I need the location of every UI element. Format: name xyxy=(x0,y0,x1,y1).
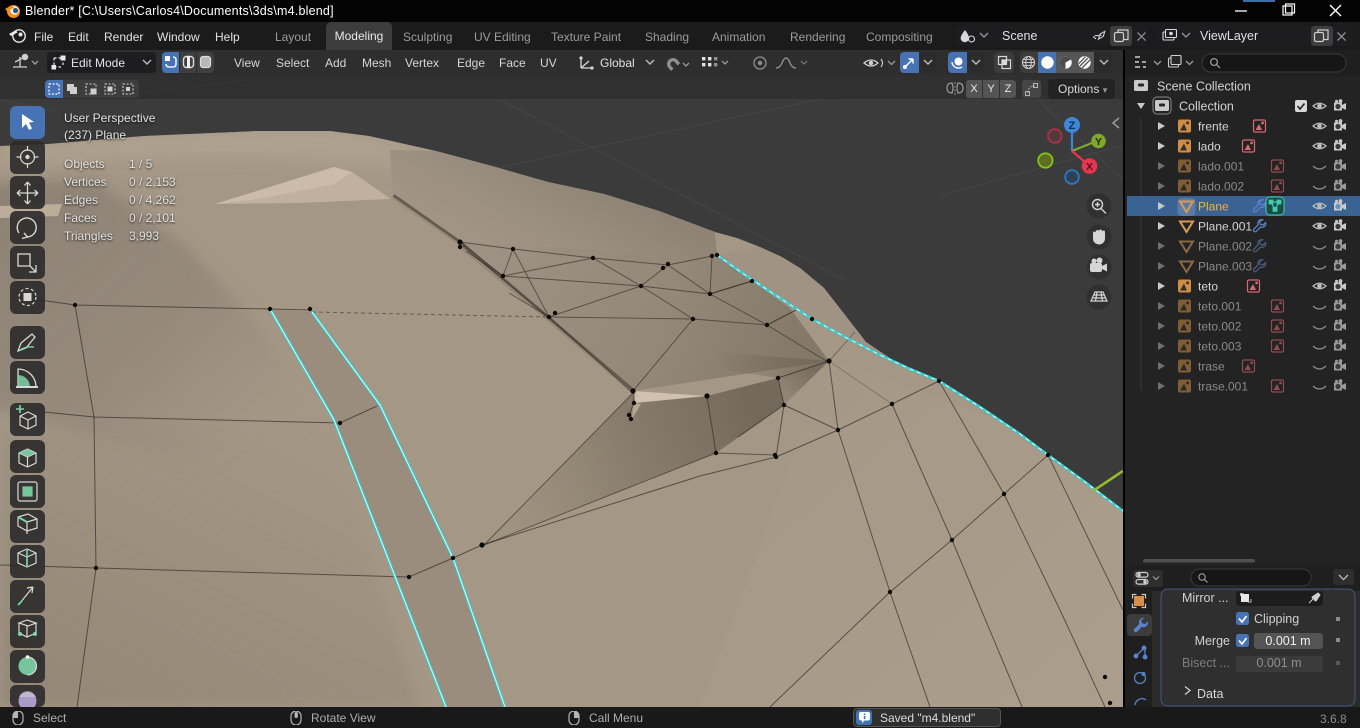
svg-text:trase.001: trase.001 xyxy=(1198,380,1248,394)
svg-text:Z: Z xyxy=(1069,120,1076,132)
svg-text:teto.002: teto.002 xyxy=(1198,320,1242,334)
svg-text:trase: trase xyxy=(1198,360,1225,374)
svg-text:Merge: Merge xyxy=(1195,634,1230,648)
svg-text:Plane: Plane xyxy=(1198,200,1229,214)
svg-text:lado: lado xyxy=(1198,140,1221,154)
svg-text:frente: frente xyxy=(1198,120,1229,134)
svg-text:lado.002: lado.002 xyxy=(1198,180,1244,194)
svg-text:X: X xyxy=(1086,161,1093,173)
svg-text:Plane.003: Plane.003 xyxy=(1198,260,1252,274)
svg-text:Data: Data xyxy=(1197,687,1223,701)
svg-text:Bisect ...: Bisect ... xyxy=(1182,656,1230,670)
svg-text:teto.001: teto.001 xyxy=(1198,300,1242,314)
svg-text:Scene Collection: Scene Collection xyxy=(1157,80,1251,94)
svg-text:teto: teto xyxy=(1198,280,1218,294)
svg-text:Mirror ...: Mirror ... xyxy=(1182,591,1229,605)
svg-text:lado.001: lado.001 xyxy=(1198,160,1244,174)
svg-text:0.001 m: 0.001 m xyxy=(1265,634,1310,648)
svg-text:Clipping: Clipping xyxy=(1254,612,1299,626)
svg-text:Plane.002: Plane.002 xyxy=(1198,240,1252,254)
svg-text:Y: Y xyxy=(1095,136,1102,148)
svg-text:Collection: Collection xyxy=(1179,100,1234,114)
svg-text:teto.003: teto.003 xyxy=(1198,340,1242,354)
svg-text:0.001 m: 0.001 m xyxy=(1256,656,1301,670)
svg-text:Plane.001: Plane.001 xyxy=(1198,220,1252,234)
